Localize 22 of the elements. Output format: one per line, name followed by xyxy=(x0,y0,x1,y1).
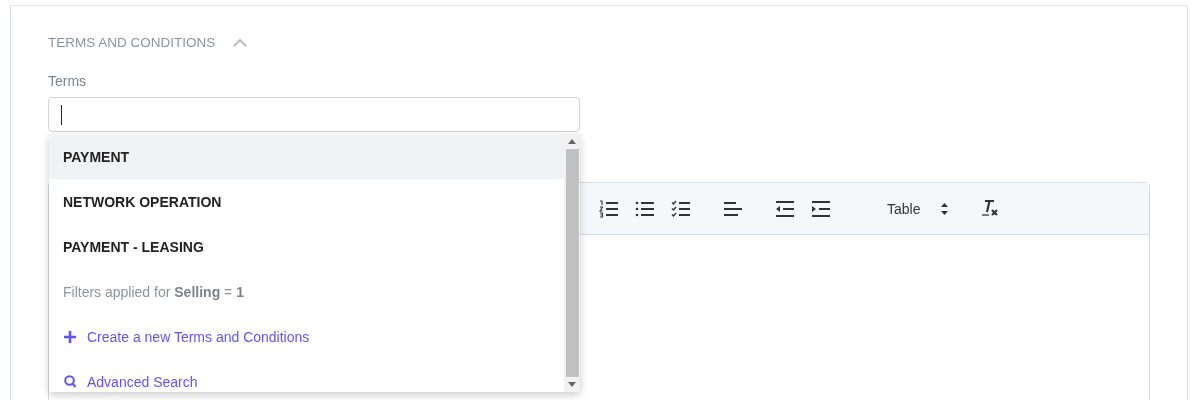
field-label: Terms xyxy=(48,73,88,89)
filter-note: Filters applied for Selling = 1 xyxy=(62,282,245,302)
plus-icon xyxy=(64,330,76,343)
checklist-icon[interactable] xyxy=(671,199,691,218)
input-field[interactable] xyxy=(48,97,580,132)
outdent-icon[interactable] xyxy=(775,199,795,218)
action-link[interactable]: Advanced Search xyxy=(87,373,198,390)
bullet-list-icon[interactable] xyxy=(635,199,655,218)
dropdown-option[interactable]: PAYMENT - LEASING xyxy=(49,224,564,269)
numbered-list-icon[interactable] xyxy=(599,199,619,218)
scroll-up-icon[interactable] xyxy=(568,139,576,144)
align-left-icon[interactable] xyxy=(723,199,743,218)
section-title: TERMS AND CONDITIONS xyxy=(48,34,216,50)
scrollbar[interactable] xyxy=(564,134,580,392)
table-select[interactable]: Table xyxy=(887,200,950,217)
dropdown-option[interactable]: NETWORK OPERATION xyxy=(49,179,564,224)
scroll-down-icon[interactable] xyxy=(568,382,576,387)
sort-arrows-icon xyxy=(940,201,950,216)
search-icon xyxy=(64,375,76,388)
dropdown-option[interactable]: PAYMENT xyxy=(49,134,564,179)
indent-icon[interactable] xyxy=(811,199,831,218)
action-link[interactable]: Create a new Terms and Conditions xyxy=(87,328,310,345)
